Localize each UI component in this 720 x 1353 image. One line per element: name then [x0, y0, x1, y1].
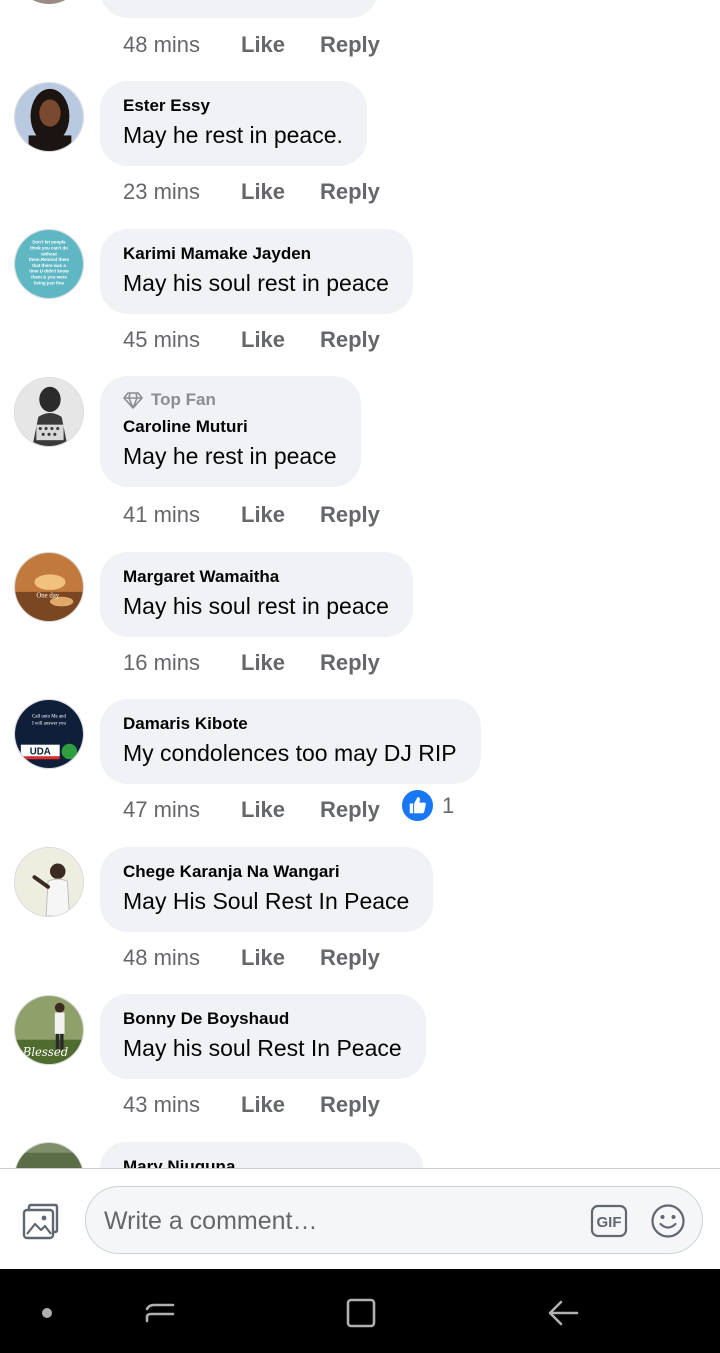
comment-author[interactable]: Chege Karanja Na Wangari	[123, 861, 409, 883]
comment-author[interactable]: Damaris Kibote	[123, 713, 457, 735]
comment-author[interactable]: Margaret Wamaitha	[123, 566, 389, 588]
comment-meta: 48 mins Like Reply	[123, 30, 380, 60]
avatar-quote-line: living just fine	[34, 280, 64, 285]
avatar[interactable]	[14, 82, 84, 152]
comment-meta: 47 mins Like Reply	[123, 795, 380, 825]
comment-time[interactable]: 48 mins	[123, 32, 241, 58]
avatar[interactable]: Don't let people think you can't do with…	[14, 229, 84, 299]
gif-icon[interactable]: GIF	[590, 1204, 628, 1238]
avatar[interactable]	[14, 0, 84, 4]
like-button[interactable]: Like	[241, 327, 320, 353]
like-button[interactable]: Like	[241, 179, 320, 205]
comment-meta: 48 mins Like Reply	[123, 943, 380, 973]
photo-icon[interactable]	[20, 1202, 60, 1242]
avatar-quote-line: think you can't do	[30, 245, 68, 250]
comment-time[interactable]: 23 mins	[123, 179, 241, 205]
comment-bubble: Bonny De Boyshaud May his soul Rest In P…	[100, 994, 426, 1079]
comment-meta: 16 mins Like Reply	[123, 648, 380, 678]
comment-text: May His Soul Rest In Peace	[123, 888, 410, 914]
comment-author[interactable]: Bonny De Boyshaud	[123, 1008, 402, 1030]
diamond-icon	[123, 392, 143, 409]
avatar-quote-line: them.Remind them	[29, 257, 69, 262]
gif-label: GIF	[597, 1214, 622, 1231]
avatar-caption: Blessed	[22, 1045, 68, 1059]
comment-author[interactable]: Karimi Mamake Jayden	[123, 243, 389, 265]
avatar[interactable]: Blessed	[14, 995, 84, 1065]
reply-button[interactable]: Reply	[320, 327, 380, 353]
comment-text: May he rest in peace	[123, 443, 337, 469]
comment-time[interactable]: 48 mins	[123, 945, 241, 971]
comment-text: May his soul rest in peace	[123, 270, 389, 296]
comment-text: My condolences too may DJ RIP	[123, 740, 457, 766]
comment-composer: GIF	[0, 1168, 720, 1269]
like-reaction-icon	[401, 789, 434, 822]
like-button[interactable]: Like	[241, 502, 320, 528]
recents-icon[interactable]	[144, 1297, 176, 1329]
nav-dot-icon[interactable]	[41, 1307, 53, 1319]
comment-bubble: Top Fan Caroline Muturi May he rest in p…	[100, 376, 361, 487]
like-button[interactable]: Like	[241, 797, 320, 823]
system-navigation-bar	[0, 1269, 720, 1353]
comment-bubble: Damaris Kibote My condolences too may DJ…	[100, 699, 481, 784]
comment-bubble: Margaret Wamaitha May his soul rest in p…	[100, 552, 413, 637]
comment-input[interactable]	[104, 1203, 564, 1239]
avatar[interactable]	[14, 377, 84, 447]
comment-text: May his soul Rest In Peace	[123, 1035, 402, 1061]
home-icon[interactable]	[344, 1296, 378, 1330]
avatar[interactable]: Call unto Me and I will answer you UDA	[14, 699, 84, 769]
avatar-logo-text: UDA	[30, 746, 51, 757]
avatar-caption: One day	[36, 593, 59, 600]
reply-button[interactable]: Reply	[320, 1092, 380, 1118]
avatar-quote-line: without	[40, 251, 57, 256]
avatar-quote-line: Don't let people	[32, 240, 66, 245]
comment-meta: 45 mins Like Reply	[123, 325, 380, 355]
comment-meta: 23 mins Like Reply	[123, 177, 380, 207]
like-button[interactable]: Like	[241, 945, 320, 971]
comment-author[interactable]: Caroline Muturi	[123, 416, 337, 438]
back-icon[interactable]	[546, 1297, 580, 1329]
avatar[interactable]	[14, 1142, 84, 1168]
comment-feed[interactable]: 48 mins Like Reply Ester Essy May he res…	[0, 0, 720, 1168]
comment-bubble: Mary Njuguna	[100, 1142, 423, 1168]
emoji-icon[interactable]	[650, 1203, 686, 1239]
comment-input-box[interactable]: GIF	[85, 1186, 703, 1254]
like-button[interactable]: Like	[241, 650, 320, 676]
comment-bubble	[100, 0, 378, 18]
comment-time[interactable]: 16 mins	[123, 650, 241, 676]
like-button[interactable]: Like	[241, 32, 320, 58]
comment-time[interactable]: 41 mins	[123, 502, 241, 528]
reaction-count: 1	[442, 792, 455, 818]
comment-time[interactable]: 43 mins	[123, 1092, 241, 1118]
comment-meta: 41 mins Like Reply	[123, 500, 380, 530]
comment-text: May his soul rest in peace	[123, 593, 389, 619]
like-button[interactable]: Like	[241, 1092, 320, 1118]
comment-time[interactable]: 45 mins	[123, 327, 241, 353]
avatar-quote-line: I will answer you	[32, 721, 66, 726]
comment-bubble: Ester Essy May he rest in peace.	[100, 81, 367, 166]
comment-text: May he rest in peace.	[123, 122, 343, 148]
reply-button[interactable]: Reply	[320, 179, 380, 205]
reply-button[interactable]: Reply	[320, 945, 380, 971]
comment-bubble: Karimi Mamake Jayden May his soul rest i…	[100, 229, 413, 314]
comment-author[interactable]: Mary Njuguna	[123, 1156, 399, 1168]
comment-bubble: Chege Karanja Na Wangari May His Soul Re…	[100, 847, 434, 932]
reaction-summary[interactable]: 1	[401, 789, 454, 822]
top-fan-badge: Top Fan	[123, 390, 337, 410]
avatar-quote-line: that there was a	[32, 263, 66, 268]
comment-time[interactable]: 47 mins	[123, 797, 241, 823]
top-fan-label: Top Fan	[151, 390, 216, 409]
avatar-quote-line: time U didn't know	[29, 269, 69, 274]
reply-button[interactable]: Reply	[320, 797, 380, 823]
avatar[interactable]: One day	[14, 552, 84, 622]
avatar-quote-line: them & you were	[31, 275, 67, 280]
reply-button[interactable]: Reply	[320, 32, 380, 58]
avatar-quote-line: Call unto Me and	[32, 714, 66, 719]
reply-button[interactable]: Reply	[320, 650, 380, 676]
avatar[interactable]	[14, 847, 84, 917]
reply-button[interactable]: Reply	[320, 502, 380, 528]
comment-meta: 43 mins Like Reply	[123, 1090, 380, 1120]
comment-author[interactable]: Ester Essy	[123, 95, 343, 117]
